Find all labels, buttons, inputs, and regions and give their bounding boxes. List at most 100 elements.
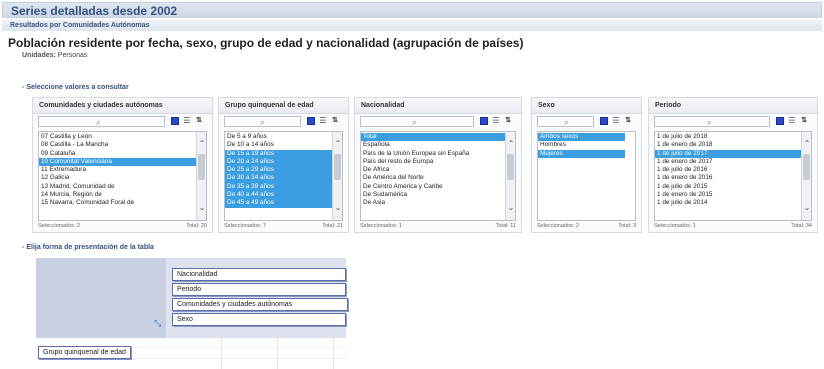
table-layout-section[interactable]: - Elija forma de presentación de la tabla xyxy=(22,244,154,251)
list-item[interactable]: 11 Extremadura xyxy=(39,166,196,174)
list-item[interactable]: De 15 a 19 años xyxy=(225,149,332,158)
scroll-thumb[interactable] xyxy=(334,154,341,180)
list-item[interactable]: 09 Cataluña xyxy=(39,150,196,158)
list-item[interactable]: De 10 a 14 años xyxy=(225,141,332,149)
scroll-up-icon[interactable]: ⌃ xyxy=(507,140,515,148)
list-item[interactable]: 07 Castilla y León xyxy=(39,133,196,141)
scroll-thumb[interactable] xyxy=(507,154,514,180)
list-item[interactable]: Mujeres xyxy=(538,149,625,158)
column-dimension-tag[interactable]: Nacionalidad xyxy=(172,268,346,281)
list-item[interactable]: 15 Navarra, Comunidad Foral de xyxy=(39,199,196,207)
list-item[interactable]: Hombres xyxy=(538,141,625,149)
list-item[interactable]: De 30 a 34 años xyxy=(225,174,332,183)
list-item[interactable]: 08 Castilla - La Mancha xyxy=(39,141,196,149)
scrollbar[interactable]: ⌃ ⌄ xyxy=(196,132,206,220)
list-item[interactable]: 10 Comunitat Valenciana xyxy=(39,157,196,167)
total-count: Total: 3 xyxy=(618,223,636,229)
list-item[interactable]: De 45 a 49 años xyxy=(225,199,332,208)
scroll-up-icon[interactable]: ⌃ xyxy=(198,140,206,148)
list-item[interactable]: De 25 a 29 años xyxy=(225,166,332,175)
select-all-icon[interactable] xyxy=(307,117,315,125)
list-item[interactable]: De 40 a 44 años xyxy=(225,191,332,200)
list-item[interactable]: Total xyxy=(361,133,505,142)
scroll-thumb[interactable] xyxy=(803,154,810,180)
scroll-down-icon[interactable]: ⌄ xyxy=(803,204,811,212)
list-item[interactable]: 1 de julio de 2014 xyxy=(655,199,801,207)
column-dimension-tag[interactable]: Sexo xyxy=(172,313,346,326)
search-input[interactable]: ⌕ xyxy=(654,116,770,127)
select-values-section[interactable]: - Seleccione valores a consultar xyxy=(22,84,129,91)
scroll-thumb[interactable] xyxy=(198,154,205,180)
list-item[interactable]: 12 Galicia xyxy=(39,174,196,182)
search-input[interactable]: ⌕ xyxy=(537,116,594,127)
list-view-icon[interactable]: ☰ xyxy=(788,117,796,125)
list-item[interactable]: De África xyxy=(361,166,505,174)
select-all-icon[interactable] xyxy=(171,117,179,125)
panel-toolbar: ⌕ ☰ ⇅ xyxy=(219,114,348,129)
pivot-layout-area: ⤡ Nacionalidad Periodo Comunidades y ciuda… xyxy=(36,258,348,369)
scrollbar[interactable]: ⌃ ⌄ xyxy=(505,132,515,220)
list-item[interactable]: 1 de enero de 2016 xyxy=(655,174,801,182)
scrollbar[interactable]: ⌃ ⌄ xyxy=(801,132,811,220)
sort-icon[interactable]: ⇅ xyxy=(800,117,808,125)
sort-icon[interactable]: ⇅ xyxy=(195,117,203,125)
collapse-toggle-icon[interactable]: - xyxy=(22,244,24,251)
sort-icon[interactable]: ⇅ xyxy=(504,117,512,125)
panel-title: Comunidades y ciudades autónomas xyxy=(33,98,212,114)
search-input[interactable]: ⌕ xyxy=(38,116,165,127)
list-item[interactable]: De Sudamérica xyxy=(361,191,505,199)
sort-icon[interactable]: ⇅ xyxy=(624,117,632,125)
values-listbox[interactable]: 07 Castilla y León 08 Castilla - La Manch… xyxy=(38,131,207,221)
scrollbar[interactable]: ⌃ ⌄ xyxy=(332,132,342,220)
list-item[interactable]: 1 de enero de 2015 xyxy=(655,191,801,199)
list-view-icon[interactable]: ☰ xyxy=(319,117,327,125)
results-label: Resultados por Comunidades Autónomas xyxy=(10,22,150,29)
list-item[interactable]: 13 Madrid, Comunidad de xyxy=(39,183,196,191)
list-item[interactable]: 1 de julio de 2018 xyxy=(655,133,801,141)
select-all-icon[interactable] xyxy=(776,117,784,125)
list-item[interactable]: De América del Norte xyxy=(361,174,505,182)
values-listbox[interactable]: De 5 a 9 años De 10 a 14 años De 15 a 19 a… xyxy=(224,131,343,221)
collapse-toggle-icon[interactable]: - xyxy=(22,84,24,91)
sort-icon[interactable]: ⇅ xyxy=(331,117,339,125)
list-view-icon[interactable]: ☰ xyxy=(183,117,191,125)
list-item[interactable]: 1 de julio de 2015 xyxy=(655,183,801,191)
scroll-down-icon[interactable]: ⌄ xyxy=(507,204,515,212)
row-dimension-tag[interactable]: Grupo quinquenal de edad xyxy=(38,346,131,359)
select-all-icon[interactable] xyxy=(480,117,488,125)
search-input[interactable]: ⌕ xyxy=(360,116,474,127)
list-item[interactable]: 1 de enero de 2017 xyxy=(655,158,801,166)
scroll-up-icon[interactable]: ⌃ xyxy=(803,140,811,148)
list-item[interactable]: De Centro América y Caribe xyxy=(361,183,505,191)
values-listbox[interactable]: Total Española País de la Unión Europea si… xyxy=(360,131,516,221)
list-item[interactable]: 1 de julio de 2017 xyxy=(655,149,801,158)
scroll-up-icon[interactable]: ⌃ xyxy=(334,140,342,148)
pivot-swap-icon[interactable]: ⤡ xyxy=(154,318,161,329)
list-item[interactable]: De Asia xyxy=(361,199,505,207)
values-listbox[interactable]: Ambos sexos Hombres Mujeres xyxy=(537,131,636,221)
list-item[interactable]: 1 de julio de 2016 xyxy=(655,166,801,174)
panel-footer: Seleccionados: 2 Total: 3 xyxy=(537,222,636,230)
list-item[interactable]: De 5 a 9 años xyxy=(225,133,332,141)
list-item[interactable]: 14 Murcia, Región de xyxy=(39,191,196,199)
list-item[interactable]: Ambos sexos xyxy=(538,133,625,142)
values-list: Total Española País de la Unión Europea si… xyxy=(361,133,505,208)
values-listbox[interactable]: 1 de julio de 2018 1 de enero de 2018 1 de… xyxy=(654,131,812,221)
column-dimension-tag[interactable]: Comunidades y ciudades autónomas xyxy=(172,298,348,311)
list-view-icon[interactable]: ☰ xyxy=(492,117,500,125)
list-item[interactable]: De 20 a 24 años xyxy=(225,157,332,167)
select-all-icon[interactable] xyxy=(600,117,608,125)
list-item[interactable]: 1 de enero de 2018 xyxy=(655,141,801,149)
list-item[interactable]: País de la Unión Europea sin España xyxy=(361,150,505,158)
results-bar: Resultados por Comunidades Autónomas xyxy=(2,20,822,31)
scroll-down-icon[interactable]: ⌄ xyxy=(198,204,206,212)
search-icon: ⌕ xyxy=(707,118,712,127)
list-item[interactable]: De 35 a 39 años xyxy=(225,182,332,192)
column-dimension-tag[interactable]: Periodo xyxy=(172,283,346,296)
row-dimensions-zone[interactable] xyxy=(36,258,166,338)
scroll-down-icon[interactable]: ⌄ xyxy=(334,204,342,212)
list-item[interactable]: País del resto de Europa xyxy=(361,158,505,166)
list-view-icon[interactable]: ☰ xyxy=(612,117,620,125)
search-input[interactable]: ⌕ xyxy=(224,116,301,127)
list-item[interactable]: Española xyxy=(361,141,505,149)
